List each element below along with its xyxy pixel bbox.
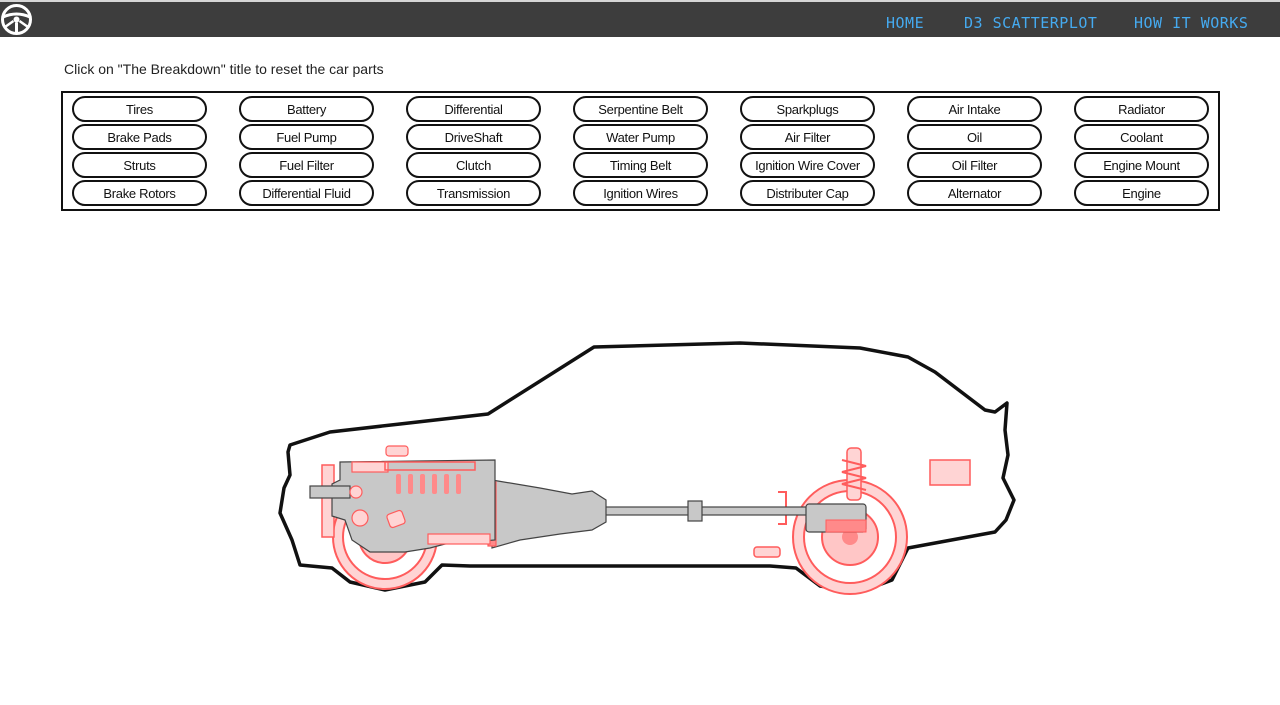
part-button-battery[interactable]: Battery — [239, 96, 374, 122]
air-filter-diagram[interactable] — [385, 445, 409, 457]
part-button-sparkplugs[interactable]: Sparkplugs — [740, 96, 875, 122]
part-button-transmission[interactable]: Transmission — [406, 180, 541, 206]
nav-link-how-it-works[interactable]: HOW IT WORKS — [1134, 11, 1248, 35]
water-pump-diagram[interactable] — [349, 485, 363, 499]
engine-mount-diagram[interactable] — [309, 485, 351, 499]
reset-instructions: Click on "The Breakdown" title to reset … — [64, 61, 384, 77]
differential-diagram[interactable] — [805, 503, 867, 533]
part-button-water-pump[interactable]: Water Pump — [573, 124, 708, 150]
nav-link-home[interactable]: HOME — [886, 11, 924, 35]
part-button-struts[interactable]: Struts — [72, 152, 207, 178]
part-button-oil[interactable]: Oil — [907, 124, 1042, 150]
part-button-alternator[interactable]: Alternator — [907, 180, 1042, 206]
part-button-engine-mount[interactable]: Engine Mount — [1074, 152, 1209, 178]
part-button-oil-filter[interactable]: Oil Filter — [907, 152, 1042, 178]
part-button-timing-belt[interactable]: Timing Belt — [573, 152, 708, 178]
part-button-radiator[interactable]: Radiator — [1074, 96, 1209, 122]
nav-link-d3-scatterplot[interactable]: D3 SCATTERPLOT — [964, 11, 1097, 35]
part-button-driveshaft[interactable]: DriveShaft — [406, 124, 541, 150]
part-button-ignition-wire-cover[interactable]: Ignition Wire Cover — [740, 152, 875, 178]
part-button-air-intake[interactable]: Air Intake — [907, 96, 1042, 122]
part-button-serpentine-belt[interactable]: Serpentine Belt — [573, 96, 708, 122]
oil-pan-diagram[interactable] — [427, 533, 491, 545]
car-cutaway-diagram — [278, 341, 1016, 595]
part-button-differential[interactable]: Differential — [406, 96, 541, 122]
part-button-tires[interactable]: Tires — [72, 96, 207, 122]
part-button-coolant[interactable]: Coolant — [1074, 124, 1209, 150]
part-button-distributer-cap[interactable]: Distributer Cap — [740, 180, 875, 206]
part-button-brake-rotors[interactable]: Brake Rotors — [72, 180, 207, 206]
part-button-ignition-wires[interactable]: Ignition Wires — [573, 180, 708, 206]
top-navbar: HOME D3 SCATTERPLOT HOW IT WORKS — [0, 0, 1280, 37]
part-button-differential-fluid[interactable]: Differential Fluid — [239, 180, 374, 206]
part-button-engine[interactable]: Engine — [1074, 180, 1209, 206]
alternator-diagram[interactable] — [351, 509, 369, 527]
air-intake-diagram[interactable] — [351, 461, 389, 473]
parts-button-grid: Tires Brake Pads Struts Brake Rotors Bat… — [61, 91, 1220, 211]
part-button-fuel-pump[interactable]: Fuel Pump — [239, 124, 374, 150]
part-button-fuel-filter[interactable]: Fuel Filter — [239, 152, 374, 178]
steering-wheel-icon[interactable] — [0, 3, 33, 36]
battery-diagram[interactable] — [929, 459, 971, 486]
part-button-brake-pads[interactable]: Brake Pads — [72, 124, 207, 150]
part-button-air-filter[interactable]: Air Filter — [740, 124, 875, 150]
fuel-filter-diagram[interactable] — [753, 546, 781, 558]
part-button-clutch[interactable]: Clutch — [406, 152, 541, 178]
